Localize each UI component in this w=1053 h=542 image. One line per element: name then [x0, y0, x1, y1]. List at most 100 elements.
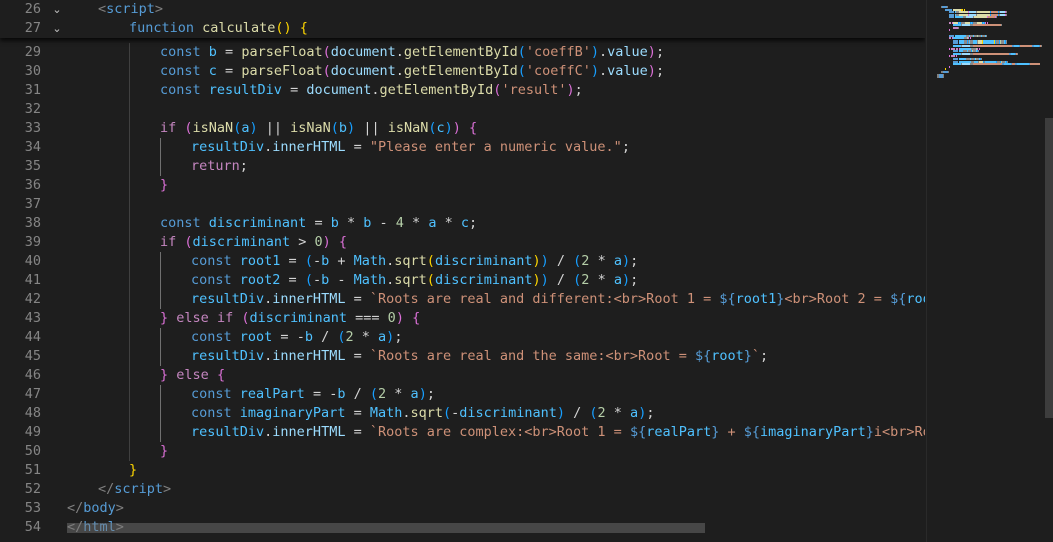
code-line[interactable]: 52 </script>	[0, 480, 925, 499]
code-token: (	[589, 405, 598, 421]
code-line[interactable]: 32	[0, 100, 925, 119]
code-token: (	[426, 272, 435, 288]
code-line[interactable]: 42 resultDiv.innerHTML = `Roots are real …	[0, 290, 925, 309]
code-line[interactable]: 34 resultDiv.innerHTML = "Please enter a …	[0, 138, 925, 157]
indent-guide	[129, 442, 130, 461]
line-number: 29	[24, 44, 41, 60]
code-token: b	[330, 215, 339, 231]
code-token: root	[239, 329, 273, 345]
minimap-token	[943, 76, 944, 79]
indent-guide	[129, 157, 130, 176]
code-token: .	[371, 82, 380, 98]
code-line[interactable]: 31 const resultDiv = document.getElementB…	[0, 81, 925, 100]
minimap-token	[986, 34, 987, 37]
code-line[interactable]: 29 const b = parseFloat(document.getEleme…	[0, 43, 925, 62]
code-line[interactable]: 37	[0, 195, 925, 214]
code-text: const resultDiv = document.getElementByI…	[160, 81, 583, 100]
minimap-token	[955, 16, 963, 19]
code-token: *	[353, 329, 379, 345]
indent-guide	[129, 271, 130, 290]
code-token: ${	[743, 424, 761, 440]
code-token: }	[160, 443, 169, 459]
indent-guide	[160, 423, 161, 442]
code-line[interactable]: 51}	[0, 461, 925, 480]
code-text: const root2 = (-b - Math.sqrt(discrimina…	[191, 271, 638, 290]
code-token: if	[216, 310, 234, 326]
code-token: ;	[630, 253, 639, 269]
code-line[interactable]: 49 resultDiv.innerHTML = `Roots are compl…	[0, 423, 925, 442]
code-token: .	[395, 63, 404, 79]
code-line[interactable]: 33 if (isNaN(a) || isNaN(b) || isNaN(c)) …	[0, 119, 925, 138]
code-token: }	[129, 462, 138, 478]
code-editor[interactable]: 26 ⌄ <script> 27 ⌄ function calculate() { 29 c…	[0, 0, 925, 542]
line-number: 37	[24, 196, 41, 212]
code-line[interactable]: 53 </body>	[0, 499, 925, 518]
code-line[interactable]: 45 resultDiv.innerHTML = `Roots are real …	[0, 347, 925, 366]
minimap-token	[973, 63, 1002, 66]
minimap-token	[966, 16, 973, 19]
line-number: 36	[24, 177, 41, 193]
code-token: innerHTML	[272, 291, 346, 307]
code-token: )	[322, 234, 331, 250]
line-number: 43	[24, 310, 41, 326]
code-line[interactable]: 36}	[0, 176, 925, 195]
code-line[interactable]: 35 return;	[0, 157, 925, 176]
sticky-code-line[interactable]: 26 ⌄ <script>	[0, 0, 925, 19]
code-token: 'coeffB'	[525, 44, 591, 60]
code-token: =	[345, 405, 370, 421]
indent-guide	[160, 138, 161, 157]
code-line[interactable]: 44 const root = -b / (2 * a);	[0, 328, 925, 347]
code-token: if	[160, 234, 177, 250]
vertical-scrollbar[interactable]	[1045, 118, 1053, 418]
minimap-token	[958, 26, 959, 29]
code-token: discriminant	[434, 253, 533, 269]
minimap-token	[948, 71, 949, 73]
code-token: ;	[394, 329, 403, 345]
minimap[interactable]	[926, 0, 1053, 542]
code-token: root2	[906, 291, 925, 307]
code-line[interactable]: 48 const imaginaryPart = Math.sqrt(-discr…	[0, 404, 925, 423]
code-token: ;	[426, 386, 435, 402]
code-token: realPart	[646, 424, 712, 440]
line-number: 32	[24, 101, 41, 117]
minimap-token	[949, 55, 950, 58]
line-number: 51	[24, 462, 41, 478]
chevron-down-icon[interactable]: ⌄	[50, 19, 64, 38]
code-token: ;	[574, 82, 583, 98]
code-line[interactable]: 47 const realPart = -b / (2 * a);	[0, 385, 925, 404]
code-token: )	[444, 120, 453, 136]
code-line[interactable]: 30 const c = parseFloat(document.getEleme…	[0, 62, 925, 81]
code-token: `Roots are real and different:<br>Root 1…	[369, 291, 720, 307]
code-line[interactable]: 38 const discriminant = b * b - 4 * a * c…	[0, 214, 925, 233]
code-line[interactable]: 39 if (discriminant > 0) {	[0, 233, 925, 252]
code-token: value	[607, 63, 648, 79]
code-token: </	[67, 500, 84, 516]
line-number: 38	[24, 215, 41, 231]
code-token: ;	[655, 44, 665, 60]
code-line[interactable]: 50}	[0, 442, 925, 461]
code-token: {	[469, 120, 478, 136]
code-line[interactable]: 41 const root2 = (-b - Math.sqrt(discrimi…	[0, 271, 925, 290]
code-token: ${	[694, 348, 712, 364]
code-token: 2	[597, 405, 606, 421]
line-number: 33	[24, 120, 41, 136]
chevron-down-icon[interactable]: ⌄	[50, 0, 64, 19]
indent-guide	[129, 138, 130, 157]
code-token: +	[329, 253, 354, 269]
code-line[interactable]: 43} else if (discriminant === 0) {	[0, 309, 925, 328]
code-token: ||	[257, 120, 291, 136]
horizontal-scrollbar[interactable]	[67, 523, 705, 533]
code-line[interactable]: 46} else {	[0, 366, 925, 385]
code-token: resultDiv	[208, 82, 282, 98]
minimap-token	[949, 65, 950, 68]
sticky-scroll-header[interactable]: 26 ⌄ <script> 27 ⌄ function calculate() {	[0, 0, 925, 38]
code-token: script	[114, 481, 164, 497]
sticky-code-line[interactable]: 27 ⌄ function calculate() {	[0, 19, 925, 38]
line-number: 26	[24, 1, 41, 17]
code-line[interactable]: 40 const root1 = (-b + Math.sqrt(discrimi…	[0, 252, 925, 271]
code-token: body	[83, 500, 116, 516]
